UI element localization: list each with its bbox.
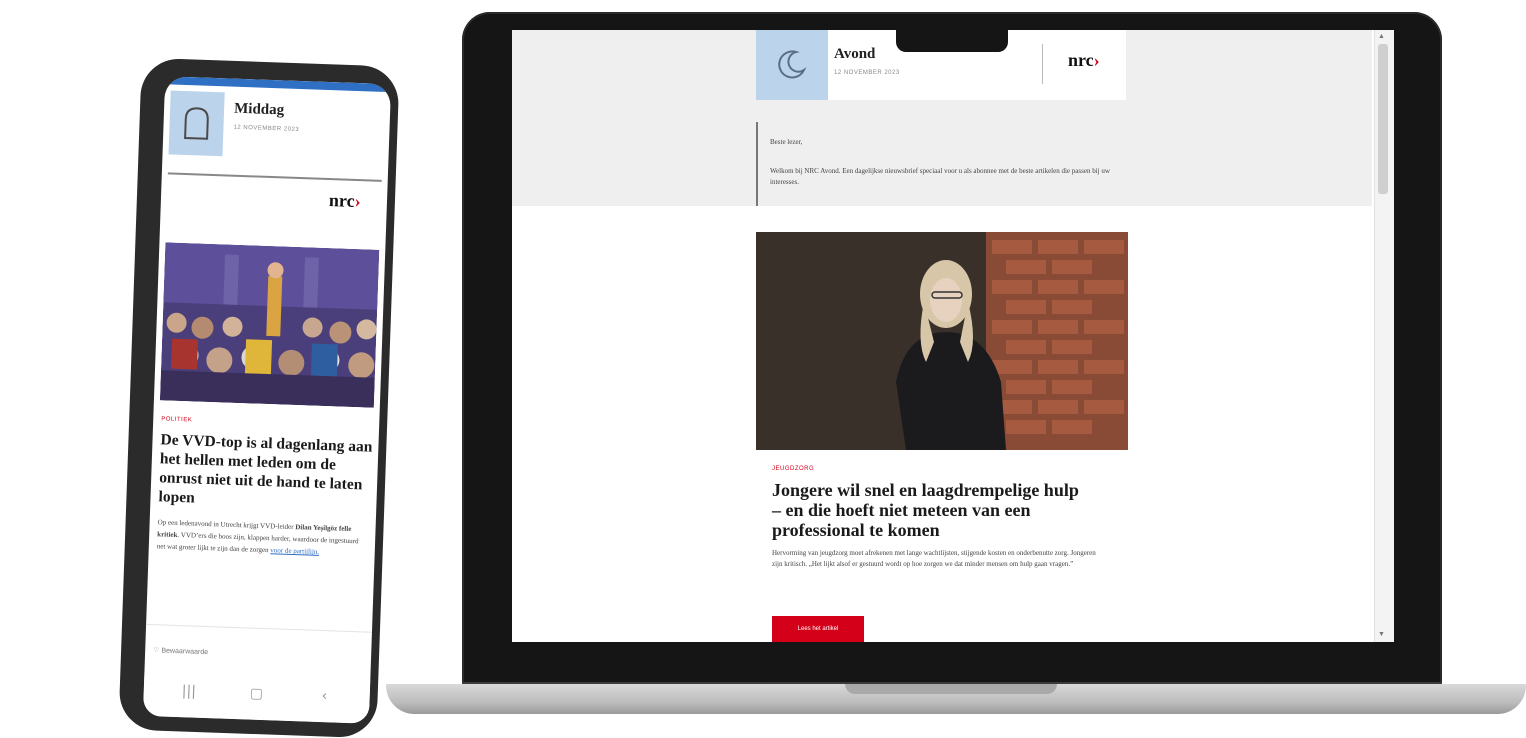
edition-date: 12 NOVEMBER 2023 <box>834 70 900 76</box>
logo-text: nrc <box>328 190 356 211</box>
logo-chevron-icon: › <box>354 190 362 212</box>
lead-link[interactable]: voor de partijlijn. <box>270 546 319 556</box>
bread-icon <box>184 107 209 140</box>
article-lead: Op een ledenavond in Utrecht krijgt VVD-… <box>157 516 368 559</box>
header-divider <box>1042 44 1043 84</box>
header-rule <box>167 172 382 182</box>
scroll-up-arrow-icon[interactable]: ▲ <box>1378 32 1385 40</box>
edition-date: 12 NOVEMBER 2023 <box>233 124 300 133</box>
nrc-logo[interactable]: nrc› <box>329 190 361 212</box>
letter-quote-bar <box>756 122 758 206</box>
article-lead: Hervorming van jeugdzorg moet afrekenen … <box>772 549 1096 568</box>
edition-icon-box <box>756 30 828 100</box>
letter-intro: Welkom bij NRC Avond. Een dagelijkse nie… <box>770 167 1110 186</box>
article-kicker: POLITIEK <box>161 416 193 424</box>
article-kicker: JEUGDZORG <box>772 466 815 472</box>
read-article-button[interactable]: Lees het artikel <box>772 616 864 642</box>
lead-text-2: . VVD’ers die boos zijn, klappen harder,… <box>156 530 359 555</box>
edition-icon-box <box>168 90 225 157</box>
article-headline[interactable]: De VVD-top is al dagenlang aan het helle… <box>158 430 375 513</box>
letter-greeting: Beste lezer, <box>770 138 803 146</box>
logo-chevron-icon: › <box>1093 50 1100 70</box>
lead-text-1: Op een ledenavond in Utrecht krijgt VVD-… <box>157 518 296 532</box>
scrollbar-thumb[interactable] <box>1378 44 1388 194</box>
bottom-separator <box>146 623 372 633</box>
article-headline[interactable]: Jongere wil snel en laagdrempelige hulp … <box>772 480 1092 540</box>
bookmark-row[interactable]: ♡ Bewaarwaarde <box>153 646 208 656</box>
recent-apps-icon[interactable]: ||| <box>182 683 197 699</box>
article-photo[interactable] <box>756 232 1128 450</box>
back-icon[interactable]: ‹ <box>321 688 327 704</box>
edition-title: Avond <box>834 46 876 62</box>
moon-icon <box>778 50 807 79</box>
laptop-base-notch <box>845 684 1057 694</box>
home-icon[interactable]: ▢ <box>249 686 263 702</box>
laptop-camera-notch <box>896 30 1008 52</box>
laptop-screen: Avond 12 NOVEMBER 2023 nrc› Beste lezer,… <box>512 30 1394 642</box>
edition-title: Middag <box>233 100 285 119</box>
article-photo-image <box>756 232 1128 450</box>
phone-screen: Middag 12 NOVEMBER 2023 nrc› POLITIEK De… <box>142 76 392 724</box>
nrc-logo[interactable]: nrc› <box>1068 50 1100 71</box>
scroll-down-arrow-icon[interactable]: ▼ <box>1378 630 1385 638</box>
logo-text: nrc <box>1068 50 1094 70</box>
article-photo-image <box>159 242 380 408</box>
article-photo[interactable] <box>159 242 380 408</box>
